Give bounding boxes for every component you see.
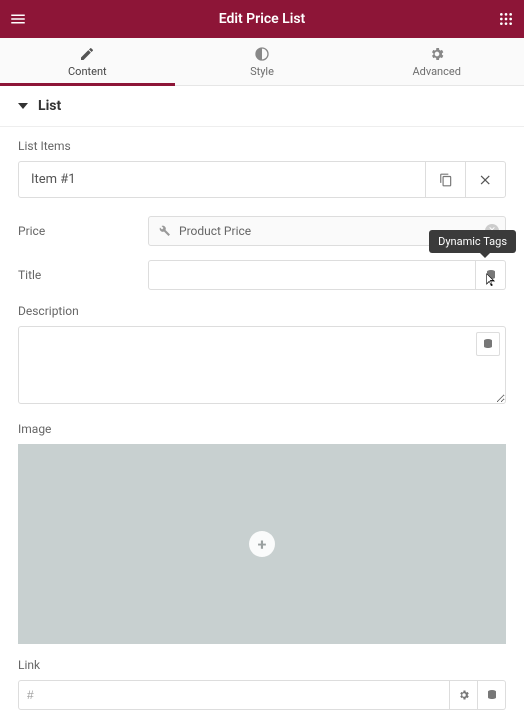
description-input[interactable] bbox=[18, 326, 506, 404]
title-label: Title bbox=[18, 268, 138, 282]
tab-style-label: Style bbox=[250, 65, 274, 78]
close-icon bbox=[479, 173, 493, 187]
remove-item-button[interactable] bbox=[465, 162, 505, 197]
list-items-label: List Items bbox=[18, 139, 506, 153]
menu-icon[interactable] bbox=[8, 9, 28, 29]
title-dynamic-button[interactable] bbox=[476, 260, 506, 290]
top-bar: Edit Price List bbox=[0, 0, 524, 38]
list-item-row: Item #1 bbox=[18, 161, 506, 198]
database-icon bbox=[486, 689, 498, 701]
image-block: Image + bbox=[18, 422, 506, 644]
link-label: Link bbox=[18, 658, 506, 672]
page-title: Edit Price List bbox=[28, 11, 496, 27]
tab-advanced[interactable]: Advanced bbox=[349, 38, 524, 85]
plus-icon: + bbox=[249, 531, 275, 557]
panel: List Items Item #1 Price Product Price ✕… bbox=[0, 127, 524, 721]
database-icon bbox=[482, 338, 494, 350]
description-dynamic-button[interactable] bbox=[476, 332, 500, 356]
list-item-title[interactable]: Item #1 bbox=[19, 162, 425, 197]
apps-icon[interactable] bbox=[496, 9, 516, 29]
database-icon bbox=[485, 269, 497, 281]
tab-style[interactable]: Style bbox=[175, 38, 350, 85]
copy-icon bbox=[439, 173, 453, 187]
section-title: List bbox=[38, 98, 61, 114]
link-settings-button[interactable] bbox=[450, 680, 478, 710]
description-block: Description bbox=[18, 304, 506, 408]
title-input[interactable] bbox=[148, 260, 476, 290]
image-label: Image bbox=[18, 422, 506, 436]
title-field-row: Title Dynamic Tags bbox=[18, 260, 506, 290]
image-upload[interactable]: + bbox=[18, 444, 506, 644]
tab-advanced-label: Advanced bbox=[412, 65, 460, 78]
copy-item-button[interactable] bbox=[425, 162, 465, 197]
section-list-header[interactable]: List bbox=[0, 86, 524, 127]
gear-icon bbox=[458, 689, 470, 701]
dynamic-tags-tooltip: Dynamic Tags bbox=[429, 230, 516, 253]
chevron-down-icon bbox=[18, 103, 28, 109]
tab-content[interactable]: Content bbox=[0, 38, 175, 85]
pencil-icon bbox=[79, 46, 95, 62]
wrench-icon bbox=[159, 225, 171, 237]
link-dynamic-button[interactable] bbox=[478, 680, 506, 710]
link-input[interactable] bbox=[18, 680, 450, 710]
tabs: Content Style Advanced bbox=[0, 38, 524, 86]
contrast-icon bbox=[254, 46, 270, 62]
link-block: Link bbox=[18, 658, 506, 710]
tab-content-label: Content bbox=[68, 65, 107, 78]
description-label: Description bbox=[18, 304, 506, 318]
gear-icon bbox=[429, 46, 445, 62]
price-label: Price bbox=[18, 224, 138, 238]
